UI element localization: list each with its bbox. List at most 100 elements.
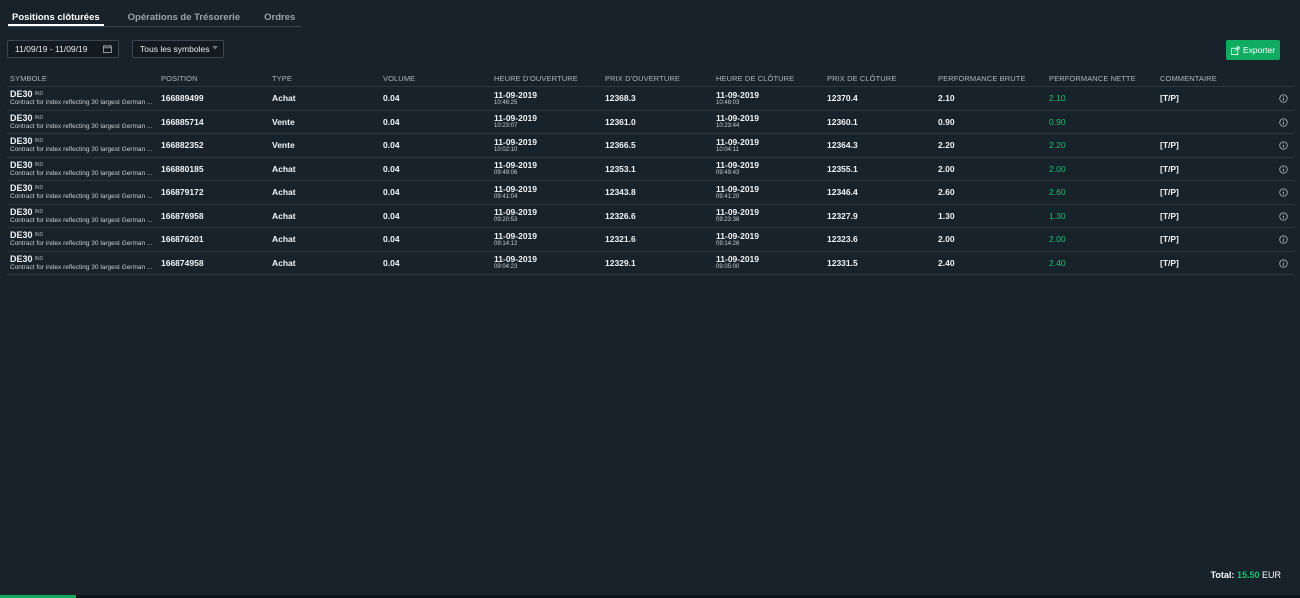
tab-bar: Positions clôturées Opérations de Trésor… bbox=[8, 10, 301, 27]
info-icon[interactable] bbox=[1279, 212, 1288, 221]
close-time: 09:41:20 bbox=[716, 193, 740, 200]
info-cell bbox=[1257, 157, 1294, 181]
close-time: 09:05:00 bbox=[716, 264, 740, 271]
col-header-open-time[interactable]: HEURE D'OUVERTURE bbox=[491, 70, 602, 87]
open-time-cell: 11-09-2019 09:20:53 bbox=[491, 204, 602, 228]
close-time-cell: 11-09-2019 09:41:20 bbox=[713, 180, 824, 205]
table-row[interactable]: DE30 IND Contract for index reflecting 30 … bbox=[7, 180, 1294, 205]
open-date: 11-09-2019 bbox=[494, 160, 538, 171]
open-price-cell: 12368.3 bbox=[602, 86, 713, 111]
col-header-open-price[interactable]: PRIX D'OUVERTURE bbox=[602, 70, 713, 87]
close-time-cell: 11-09-2019 09:14:26 bbox=[713, 227, 824, 252]
close-time: 09:14:26 bbox=[716, 240, 740, 247]
comment-cell: [T/P] bbox=[1157, 157, 1257, 181]
symbol-description: Contract for index reflecting 30 largest… bbox=[10, 169, 153, 177]
table-row[interactable]: DE30 IND Contract for index reflecting 30 … bbox=[7, 204, 1294, 228]
tab-ordres[interactable]: Ordres bbox=[264, 10, 295, 26]
col-header-position[interactable]: POSITION bbox=[158, 70, 269, 87]
open-date: 11-09-2019 bbox=[494, 207, 538, 218]
close-time-cell: 11-09-2019 09:49:43 bbox=[713, 157, 824, 181]
close-date: 11-09-2019 bbox=[716, 254, 760, 265]
volume-cell: 0.04 bbox=[380, 133, 491, 158]
open-time: 09:41:04 bbox=[494, 193, 518, 200]
info-icon[interactable] bbox=[1279, 235, 1288, 245]
comment-cell: [T/P] bbox=[1157, 227, 1257, 252]
symbol-description: Contract for index reflecting 30 largest… bbox=[10, 146, 153, 154]
export-button[interactable]: Exporter bbox=[1226, 40, 1280, 60]
symbol-name: DE30 bbox=[10, 89, 33, 100]
open-price-cell: 12343.8 bbox=[602, 180, 713, 205]
col-header-volume[interactable]: VOLUME bbox=[380, 70, 491, 87]
symbol-name: DE30 bbox=[10, 253, 33, 264]
table-row[interactable]: DE30 IND Contract for index reflecting 30 … bbox=[7, 133, 1294, 158]
info-cell bbox=[1257, 204, 1294, 228]
symbol-name: DE30 bbox=[10, 136, 33, 147]
col-header-close-price[interactable]: PRIX DE CLÔTURE bbox=[824, 70, 935, 87]
close-price-cell: 12331.5 bbox=[824, 251, 935, 275]
total-label: Total: bbox=[1210, 570, 1235, 580]
col-header-gross-performance[interactable]: PERFORMANCE BRUTE bbox=[935, 70, 1046, 87]
open-time-cell: 11-09-2019 09:49:06 bbox=[491, 157, 602, 181]
info-cell bbox=[1257, 227, 1294, 252]
symbol-cell: DE30 IND Contract for index reflecting 30 … bbox=[7, 133, 158, 158]
table-row[interactable]: DE30 IND Contract for index reflecting 30 … bbox=[7, 86, 1294, 111]
close-time: 10:04:11 bbox=[716, 146, 739, 153]
open-price-cell: 12321.6 bbox=[602, 227, 713, 252]
open-time-cell: 11-09-2019 10:02:10 bbox=[491, 133, 602, 158]
tab-positions-cloturees[interactable]: Positions clôturées bbox=[8, 10, 104, 26]
symbol-select[interactable]: Tous les symboles bbox=[132, 40, 224, 58]
gross-performance-cell: 2.20 bbox=[935, 133, 1046, 158]
info-icon[interactable] bbox=[1279, 118, 1288, 127]
type-cell: Vente bbox=[269, 133, 380, 158]
open-time: 10:02:10 bbox=[494, 146, 518, 153]
open-time: 10:46:25 bbox=[494, 99, 518, 106]
symbol-badge: IND bbox=[34, 91, 44, 98]
tab-operations-tresorerie[interactable]: Opérations de Trésorerie bbox=[128, 10, 240, 26]
gross-performance-cell: 2.40 bbox=[935, 251, 1046, 275]
volume-cell: 0.04 bbox=[380, 86, 491, 111]
symbol-name: DE30 bbox=[10, 159, 33, 170]
calendar-icon bbox=[103, 45, 112, 53]
info-icon[interactable] bbox=[1279, 94, 1288, 104]
symbol-description: Contract for index reflecting 30 largest… bbox=[10, 263, 153, 271]
info-cell bbox=[1257, 133, 1294, 158]
table-row[interactable]: DE30 IND Contract for index reflecting 30 … bbox=[7, 251, 1294, 275]
comment-cell: [T/P] bbox=[1157, 204, 1257, 228]
close-date: 11-09-2019 bbox=[716, 230, 760, 241]
col-header-symbol[interactable]: SYMBOLE bbox=[7, 70, 158, 87]
position-cell: 166889499 bbox=[158, 86, 269, 111]
open-time-cell: 11-09-2019 10:46:25 bbox=[491, 86, 602, 111]
close-date: 11-09-2019 bbox=[716, 207, 760, 218]
net-performance-cell: 0.90 bbox=[1046, 110, 1157, 134]
symbol-name: DE30 bbox=[10, 230, 33, 241]
comment-cell: [T/P] bbox=[1157, 180, 1257, 205]
position-cell: 166876958 bbox=[158, 204, 269, 228]
info-icon[interactable] bbox=[1279, 188, 1288, 198]
symbol-name: DE30 bbox=[10, 183, 33, 194]
symbol-description: Contract for index reflecting 30 largest… bbox=[10, 216, 153, 224]
symbol-cell: DE30 IND Contract for index reflecting 30 … bbox=[7, 180, 158, 205]
net-performance-cell: 2.20 bbox=[1046, 133, 1157, 158]
col-header-close-time[interactable]: HEURE DE CLÔTURE bbox=[713, 70, 824, 87]
symbol-select-value: Tous les symboles bbox=[140, 44, 210, 54]
net-performance-cell: 1.30 bbox=[1046, 204, 1157, 228]
open-price-cell: 12361.0 bbox=[602, 110, 713, 134]
col-header-net-performance[interactable]: PERFORMANCE NETTE bbox=[1046, 70, 1157, 87]
type-cell: Achat bbox=[269, 251, 380, 275]
open-time-cell: 11-09-2019 09:14:12 bbox=[491, 227, 602, 252]
info-icon[interactable] bbox=[1279, 141, 1288, 151]
close-price-cell: 12327.9 bbox=[824, 204, 935, 228]
info-icon[interactable] bbox=[1279, 165, 1288, 174]
table-row[interactable]: DE30 IND Contract for index reflecting 30 … bbox=[7, 227, 1294, 252]
col-header-type[interactable]: TYPE bbox=[269, 70, 380, 87]
open-time-cell: 11-09-2019 09:41:04 bbox=[491, 180, 602, 205]
info-cell bbox=[1257, 110, 1294, 134]
table-row[interactable]: DE30 IND Contract for index reflecting 30 … bbox=[7, 110, 1294, 134]
symbol-description: Contract for index reflecting 30 largest… bbox=[10, 193, 153, 201]
type-cell: Achat bbox=[269, 157, 380, 181]
table-row[interactable]: DE30 IND Contract for index reflecting 30 … bbox=[7, 157, 1294, 181]
open-price-cell: 12326.6 bbox=[602, 204, 713, 228]
info-icon[interactable] bbox=[1279, 259, 1288, 268]
col-header-comment[interactable]: COMMENTAIRE bbox=[1157, 70, 1257, 87]
date-range-picker[interactable]: 11/09/19 - 11/09/19 bbox=[7, 40, 119, 58]
